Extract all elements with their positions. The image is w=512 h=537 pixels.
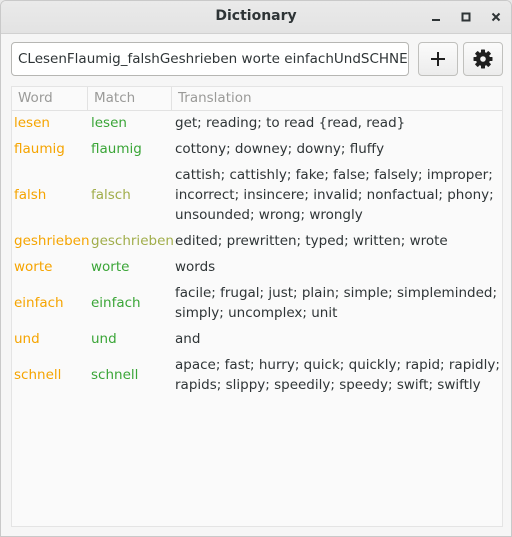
plus-icon: [431, 52, 445, 66]
match-cell: geschrieben: [91, 233, 174, 249]
match-cell: lesen: [91, 115, 127, 131]
translation-cell: and: [175, 331, 201, 347]
word-cell: worte: [14, 259, 53, 275]
gear-icon: [473, 49, 493, 69]
table-row[interactable]: worte worte words: [12, 257, 502, 277]
table-row[interactable]: geshrieben geschrieben edited; prewritte…: [12, 231, 502, 251]
word-cell: und: [14, 331, 40, 347]
word-cell: schnell: [14, 367, 62, 383]
word-cell: lesen: [14, 115, 50, 131]
translation-cell: facile; frugal; just; plain; simple; sim…: [175, 285, 498, 321]
table-row[interactable]: falsh falsch cattish; cattishly; fake; f…: [12, 165, 502, 225]
word-cell: flaumig: [14, 141, 65, 157]
column-header-translation[interactable]: Translation: [178, 90, 252, 106]
word-cell: einfach: [14, 295, 64, 311]
search-input[interactable]: CLesenFlaumig_falshGeshrieben worte einf…: [11, 42, 409, 76]
translation-cell: cottony; downey; downy; fluffy: [175, 141, 385, 157]
word-cell: falsh: [14, 187, 47, 203]
table-row[interactable]: schnell schnell apace; fast; hurry; quic…: [12, 355, 502, 395]
table-row[interactable]: und und and: [12, 329, 502, 349]
match-cell: falsch: [91, 187, 131, 203]
translation-cell: edited; prewritten; typed; written; wrot…: [175, 233, 448, 249]
translation-cell: words: [175, 259, 216, 275]
table-row[interactable]: lesen lesen get; reading; to read {read,…: [12, 113, 502, 133]
table-row[interactable]: einfach einfach facile; frugal; just; pl…: [12, 283, 502, 323]
close-icon: [491, 12, 501, 22]
translation-cell: get; reading; to read {read, read}: [175, 115, 406, 131]
table-row[interactable]: flaumig flaumig cottony; downey; downy; …: [12, 139, 502, 159]
maximize-icon: [461, 12, 471, 22]
minimize-icon: [432, 19, 440, 21]
column-divider: [171, 87, 172, 110]
match-cell: und: [91, 331, 117, 347]
column-header-word[interactable]: Word: [18, 90, 53, 106]
settings-button[interactable]: [463, 42, 503, 76]
match-cell: schnell: [91, 367, 139, 383]
maximize-button[interactable]: [458, 9, 474, 25]
close-button[interactable]: [488, 9, 504, 25]
match-cell: worte: [91, 259, 130, 275]
word-cell: geshrieben: [14, 233, 90, 249]
translation-cell: cattish; cattishly; fake; false; falsely…: [175, 167, 494, 223]
translation-table: Word Match Translation lesen lesen get; …: [11, 86, 503, 527]
column-divider: [87, 87, 88, 110]
dictionary-window: Dictionary CLesenFlaumig_falshGeshrieben…: [0, 0, 512, 537]
minimize-button[interactable]: [428, 9, 444, 25]
title-bar[interactable]: Dictionary: [1, 1, 511, 34]
table-header: Word Match Translation: [12, 87, 502, 111]
translation-cell: apace; fast; hurry; quick; quickly; rapi…: [175, 357, 500, 393]
match-cell: einfach: [91, 295, 141, 311]
column-header-match[interactable]: Match: [94, 90, 135, 106]
add-button[interactable]: [418, 42, 458, 76]
match-cell: flaumig: [91, 141, 142, 157]
